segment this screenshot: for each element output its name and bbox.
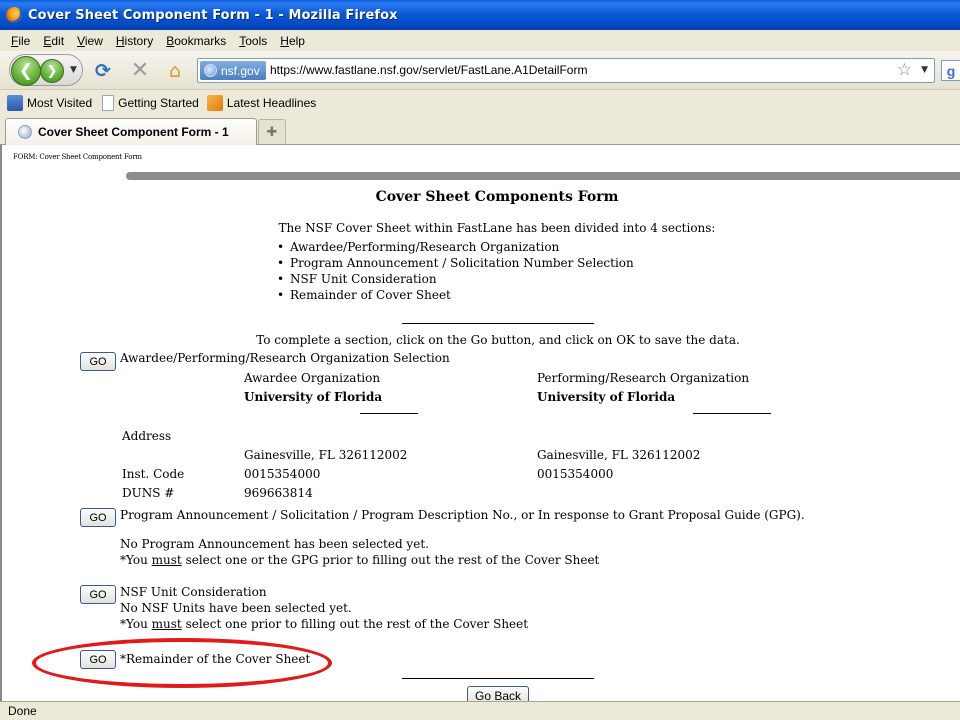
unit-status: No NSF Units have been selected yet. xyxy=(120,601,352,615)
new-tab-button[interactable]: ✚ xyxy=(258,119,286,144)
tab-cover-sheet-form[interactable]: Cover Sheet Component Form - 1 xyxy=(5,118,257,145)
awardee-inst-code: 0015354000 xyxy=(244,467,321,481)
inst-code-label: Inst. Code xyxy=(122,467,185,481)
window-title-bar: Cover Sheet Component Form - 1 - Mozilla… xyxy=(0,0,960,30)
bookmark-label: Most Visited xyxy=(27,95,93,110)
performing-header: Performing/Research Organization xyxy=(537,371,750,385)
performing-address: Gainesville, FL 326112002 xyxy=(537,448,701,462)
divider xyxy=(693,413,771,414)
instructions-text: To complete a section, click on the Go b… xyxy=(256,333,740,347)
organization-section-heading: Awardee/Performing/Research Organization… xyxy=(120,351,450,365)
window-title: Cover Sheet Component Form - 1 - Mozilla… xyxy=(28,7,398,23)
divider xyxy=(360,413,418,414)
page-content: FORM: Cover Sheet Component Form Cover S… xyxy=(0,145,960,701)
list-item: NSF Unit Consideration xyxy=(277,271,634,287)
stop-icon[interactable]: ✕ xyxy=(129,60,151,82)
history-dropdown-icon[interactable]: ▼ xyxy=(70,65,77,75)
menu-history[interactable]: History xyxy=(110,34,160,48)
go-back-button[interactable]: Go Back xyxy=(467,686,529,701)
bookmarks-toolbar: Most Visited Getting Started Latest Head… xyxy=(0,91,960,114)
tab-label: Cover Sheet Component Form - 1 xyxy=(38,125,229,139)
status-text: Done xyxy=(8,704,37,718)
program-section-heading: Program Announcement / Solicitation / Pr… xyxy=(120,508,805,522)
list-item: Program Announcement / Solicitation Numb… xyxy=(277,255,634,271)
menu-help[interactable]: Help xyxy=(274,34,312,48)
site-identity-button[interactable]: nsf.gov xyxy=(200,61,266,80)
reload-icon[interactable]: ⟳ xyxy=(92,60,114,82)
bookmark-label: Latest Headlines xyxy=(226,95,317,110)
address-bar[interactable]: nsf.gov https://www.fastlane.nsf.gov/ser… xyxy=(197,58,935,83)
page-loading-icon xyxy=(18,125,32,139)
most-visited-icon xyxy=(7,94,23,111)
intro-text: The NSF Cover Sheet within FastLane has … xyxy=(278,221,716,235)
site-identity-label: nsf.gov xyxy=(221,63,260,78)
highlight-ellipse xyxy=(32,638,332,688)
menu-tools[interactable]: Tools xyxy=(233,34,274,48)
go-button-organization[interactable]: GO xyxy=(80,352,116,371)
page-title: Cover Sheet Components Form xyxy=(375,189,619,205)
duns-label: DUNS # xyxy=(122,486,175,500)
divider xyxy=(402,323,594,324)
bookmark-star-icon[interactable]: ☆ xyxy=(897,60,912,80)
breadcrumb: FORM: Cover Sheet Component Form xyxy=(13,153,142,161)
back-button[interactable]: ❮ xyxy=(11,56,41,86)
program-status: No Program Announcement has been selecte… xyxy=(120,537,429,551)
tab-strip: Cover Sheet Component Form - 1 ✚ xyxy=(0,114,960,145)
unit-section-heading: NSF Unit Consideration xyxy=(120,585,267,599)
firefox-logo-icon xyxy=(6,7,22,23)
list-item: Remainder of Cover Sheet xyxy=(277,287,634,303)
menu-view[interactable]: View xyxy=(71,34,110,48)
go-button-nsf-unit[interactable]: GO xyxy=(80,585,116,604)
search-engine-icon[interactable]: g xyxy=(941,60,960,81)
globe-icon xyxy=(204,64,217,77)
bookmark-most-visited[interactable]: Most Visited xyxy=(7,94,93,111)
menu-edit[interactable]: Edit xyxy=(37,34,71,48)
go-button-program-announcement[interactable]: GO xyxy=(80,508,116,527)
awardee-header: Awardee Organization xyxy=(244,371,381,385)
url-text[interactable]: https://www.fastlane.nsf.gov/servlet/Fas… xyxy=(270,63,587,77)
performing-name: University of Florida xyxy=(537,390,676,404)
bookmark-latest-headlines[interactable]: Latest Headlines xyxy=(206,94,317,111)
status-bar: Done xyxy=(0,701,960,720)
page-icon xyxy=(102,94,115,111)
forward-button[interactable]: ❯ xyxy=(40,59,64,83)
program-requirement-note: *You must select one or the GPG prior to… xyxy=(120,553,600,567)
home-icon[interactable]: ⌂ xyxy=(164,60,186,82)
list-item: Awardee/Performing/Research Organization xyxy=(277,239,634,255)
awardee-address: Gainesville, FL 326112002 xyxy=(244,448,408,462)
header-divider-bar xyxy=(126,172,960,180)
awardee-name: University of Florida xyxy=(244,390,383,404)
divider xyxy=(402,678,594,679)
bookmark-label: Getting Started xyxy=(118,95,199,110)
menu-bar: File Edit View History Bookmarks Tools H… xyxy=(0,30,960,51)
sections-list: Awardee/Performing/Research Organization… xyxy=(277,239,634,303)
url-dropdown-icon[interactable]: ▼ xyxy=(921,65,928,75)
navigation-toolbar: ❮ ❯ ▼ ⟳ ✕ ⌂ nsf.gov https://www.fastlane… xyxy=(0,51,960,90)
performing-inst-code: 0015354000 xyxy=(537,467,614,481)
back-forward-group: ❮ ❯ ▼ xyxy=(9,54,83,86)
awardee-duns: 969663814 xyxy=(244,486,313,500)
address-label: Address xyxy=(122,429,172,443)
bookmark-getting-started[interactable]: Getting Started xyxy=(100,94,199,111)
menu-bookmarks[interactable]: Bookmarks xyxy=(160,34,233,48)
menu-file[interactable]: File xyxy=(0,34,37,48)
rss-feed-icon xyxy=(206,94,223,111)
unit-requirement-note: *You must select one prior to filling ou… xyxy=(120,617,529,631)
